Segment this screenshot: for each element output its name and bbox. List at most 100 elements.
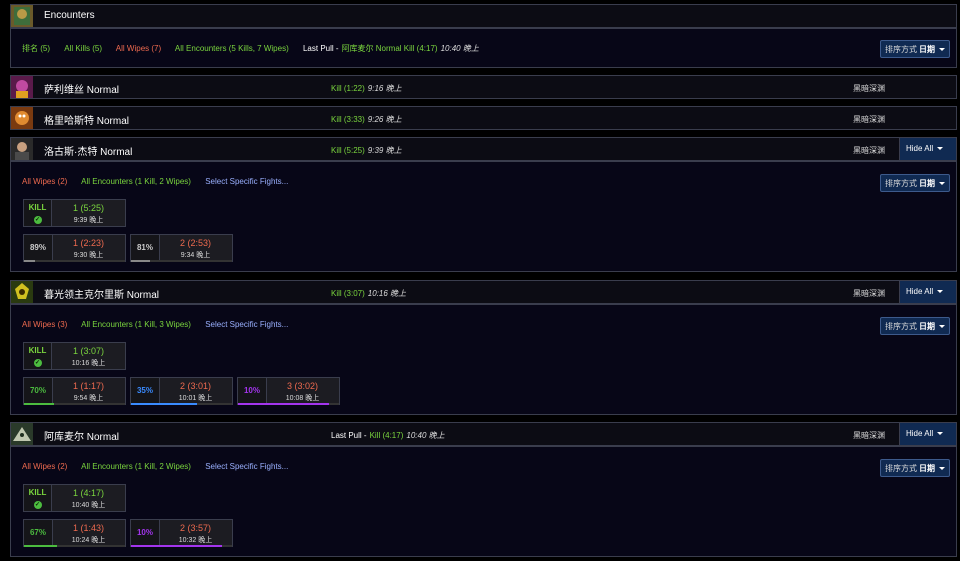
progress-bar [131,545,222,547]
boss-name[interactable]: 阿库麦尔 Normal [44,428,119,443]
check-icon: ✓ [33,501,42,509]
sort-button[interactable]: 排序方式 日期 [880,317,950,335]
sort-value: 日期 [919,464,935,473]
wipe-fight-card[interactable]: 81% 2 (2:53) 9:34 晚上 [130,234,233,262]
progress-bar [24,260,36,262]
sort-label: 排序方式 [885,179,917,188]
boss-kill[interactable]: Kill (3:07) 10:16 晚上 [331,288,406,299]
boss-last-pull[interactable]: Last Pull - Kill (4:17) 10:40 晚上 [331,430,445,441]
filter-all-wipes[interactable]: All Wipes (3) [22,320,67,329]
boss-row-kelris[interactable]: 暮光领主克尔里斯 Normal Kill (3:07) 10:16 晚上 黑暗深渊… [10,280,957,304]
fight-time: 9:34 晚上 [180,252,211,259]
sort-value: 日期 [919,45,935,54]
select-specific-fights[interactable]: Select Specific Fights... [205,462,288,471]
sort-button[interactable]: 排序方式 日期 [880,459,950,477]
boss-kill-duration: Kill (5:25) [331,146,365,155]
chevron-down-icon [939,182,945,186]
boss-name[interactable]: 暮光领主克尔里斯 Normal [44,286,159,301]
filter-all-encounters[interactable]: All Encounters (1 Kill, 2 Wipes) [81,177,191,186]
chevron-down-icon [937,290,944,294]
fight-number: 2 (3:01) [179,381,212,391]
boss-kill-time: 10:16 晚上 [367,289,407,298]
wipe-percent: 10% [131,520,160,546]
kill-label: KILL [28,203,47,212]
select-specific-fights[interactable]: Select Specific Fights... [205,320,288,329]
zone-label: 黑暗深渊 [853,146,885,155]
wipe-fight-card[interactable]: 10% 2 (3:57) 10:32 晚上 [130,519,233,547]
fight-number: 1 (1:43) [72,523,105,533]
last-pull-label: Last Pull - [302,44,339,53]
boss-name[interactable]: 洛古斯·杰特 Normal [44,143,132,158]
boss-kill-duration: Kill (3:07) [331,289,365,298]
boss-portrait-icon [11,138,33,160]
fight-number: 3 (3:02) [286,381,319,391]
sort-button[interactable]: 排序方式 日期 [880,174,950,192]
boss-kill-time: 9:39 晚上 [367,146,402,155]
check-icon: ✓ [33,216,42,224]
wipe-percent: 10% [238,378,267,404]
hide-all-button[interactable]: Hide All [899,138,956,160]
wipe-percent: 70% [24,378,53,404]
boss-row-salivis[interactable]: 萨利维丝 Normal Kill (1:22) 9:16 晚上 黑暗深渊 [10,75,957,99]
check-icon: ✓ [33,359,42,367]
wipe-percent: 67% [24,520,53,546]
boss-filters: All Wipes (3) All Encounters (1 Kill, 3 … [22,320,300,329]
wipe-fight-card[interactable]: 67% 1 (1:43) 10:24 晚上 [23,519,126,547]
boss-portrait-icon [11,423,33,445]
kill-label: KILL [28,346,47,355]
filter-all-wipes[interactable]: All Wipes (2) [22,462,67,471]
wipe-fight-card[interactable]: 70% 1 (1:17) 9:54 晚上 [23,377,126,405]
kill-fight-card[interactable]: KILL ✓ 1 (5:25) 9:39 晚上 [23,199,126,227]
zone-label: 黑暗深渊 [853,431,885,440]
hide-all-button[interactable]: Hide All [899,423,956,445]
kill-badge: KILL ✓ [24,343,52,369]
boss-row-lugosjet[interactable]: 洛古斯·杰特 Normal Kill (5:25) 9:39 晚上 黑暗深渊 Hi… [10,137,957,161]
boss-kill[interactable]: Kill (5:25) 9:39 晚上 [331,145,402,156]
boss-portrait-icon [11,76,33,98]
kill-fight-card[interactable]: KILL ✓ 1 (4:17) 10:40 晚上 [23,484,126,512]
boss-kill-duration: Kill (1:22) [331,84,365,93]
kill-fight-card[interactable]: KILL ✓ 1 (3:07) 10:16 晚上 [23,342,126,370]
sort-label: 排序方式 [885,45,917,54]
boss-name[interactable]: 格里哈斯特 Normal [44,112,129,127]
hide-all-label: Hide All [906,144,934,153]
last-pull-time: 10:40 晚上 [440,44,479,53]
filter-all-encounters[interactable]: All Encounters (1 Kill, 3 Wipes) [81,320,191,329]
wipe-percent: 89% [24,235,53,261]
boss-name[interactable]: 萨利维丝 Normal [44,81,119,96]
encounters-header: Encounters [10,4,957,28]
wipe-fight-card[interactable]: 10% 3 (3:02) 10:08 晚上 [237,377,340,405]
boss-kill[interactable]: Kill (1:22) 9:16 晚上 [331,83,402,94]
filter-all-wipes[interactable]: All Wipes (2) [22,177,67,186]
fight-number: 2 (3:57) [179,523,212,533]
wipe-percent: 35% [131,378,160,404]
progress-bar [24,403,55,405]
encounters-icon [11,5,33,27]
boss-row-akumai[interactable]: 阿库麦尔 Normal Last Pull - Kill (4:17) 10:40 … [10,422,957,446]
filter-all-encounters[interactable]: All Encounters (5 Kills, 7 Wipes) [175,44,289,53]
filter-all-encounters[interactable]: All Encounters (1 Kill, 2 Wipes) [81,462,191,471]
fight-time: 10:32 晚上 [178,537,213,544]
chevron-down-icon [939,325,945,329]
boss-kill[interactable]: Kill (3:33) 9:26 晚上 [331,114,402,125]
kill-badge: KILL ✓ [24,200,52,226]
wipe-fight-card[interactable]: 35% 2 (3:01) 10:01 晚上 [130,377,233,405]
sort-button[interactable]: 排序方式 日期 [880,40,950,58]
zone-label: 黑暗深渊 [853,115,885,124]
last-pull[interactable]: Last Pull - 阿库麦尔 Normal Kill (4:17) 10:40 … [303,44,479,53]
boss-kill-time: 10:40 晚上 [406,431,445,440]
filter-all-wipes[interactable]: All Wipes (7) [116,44,161,53]
last-pull-label: Last Pull - [331,431,367,440]
wipe-fight-card[interactable]: 89% 1 (2:23) 9:30 晚上 [23,234,126,262]
sort-value: 日期 [919,322,935,331]
encounters-panel: 排名 (5) All Kills (5) All Wipes (7) All E… [10,28,957,68]
select-specific-fights[interactable]: Select Specific Fights... [205,177,288,186]
hide-all-button[interactable]: Hide All [899,281,956,303]
sort-label: 排序方式 [885,464,917,473]
filter-all-kills[interactable]: All Kills (5) [64,44,102,53]
progress-bar [24,545,58,547]
boss-row-grihast[interactable]: 格里哈斯特 Normal Kill (3:33) 9:26 晚上 黑暗深渊 [10,106,957,130]
fight-number: 1 (5:25) [72,203,105,213]
filter-rank[interactable]: 排名 (5) [22,44,50,53]
progress-bar [238,403,329,405]
